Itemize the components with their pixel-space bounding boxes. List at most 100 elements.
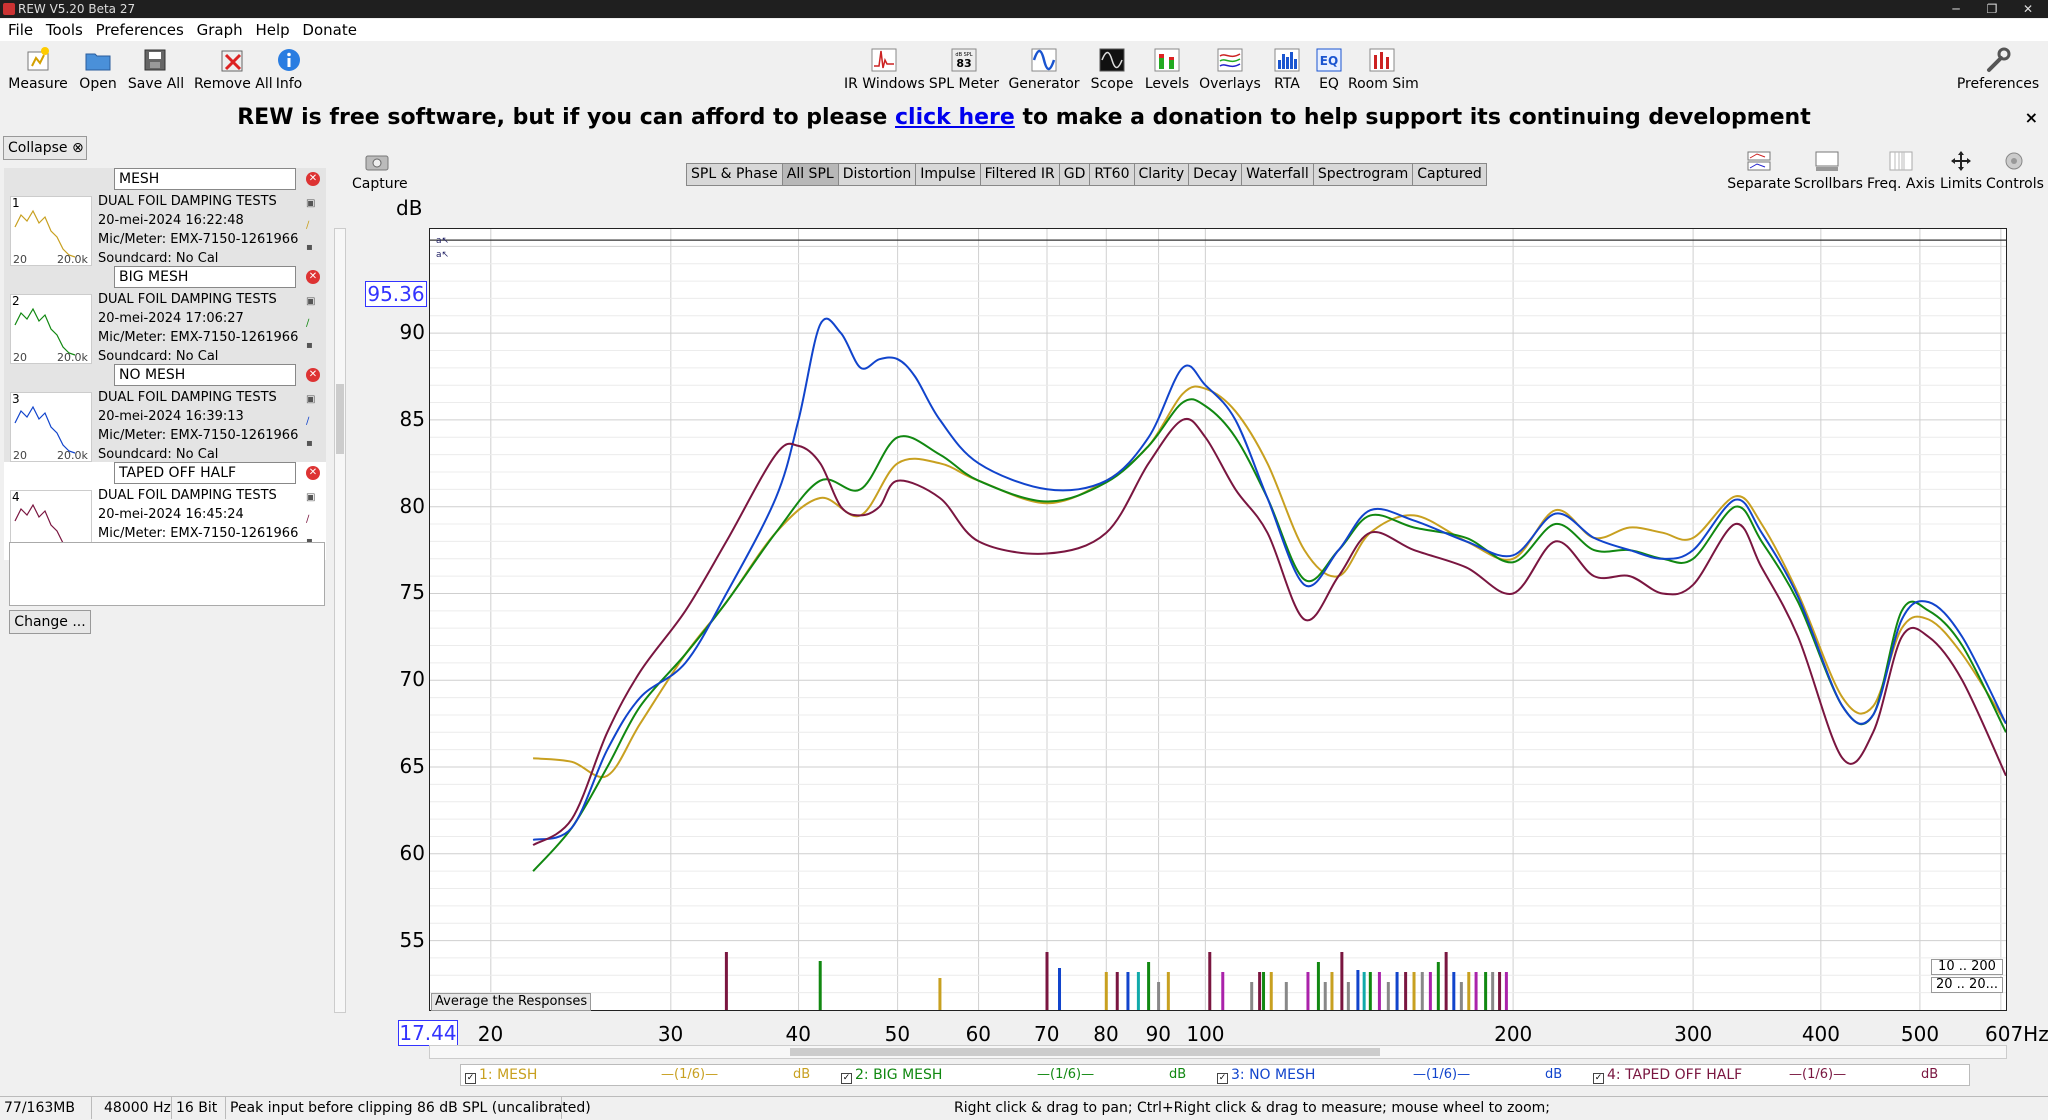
measurement-thumbnail[interactable]: 20 20.0k xyxy=(10,392,92,462)
scrollbars-button[interactable]: Scrollbars xyxy=(1794,150,1863,192)
donation-link[interactable]: click here xyxy=(895,105,1015,130)
measurement-name-field[interactable]: BIG MESH xyxy=(114,266,296,288)
rta-button[interactable]: RTA xyxy=(1268,42,1306,98)
legend-checkbox[interactable]: ✓ xyxy=(465,1073,476,1084)
measurement-thumbnail[interactable]: 20 20.0k xyxy=(10,294,92,364)
legend-entry-4[interactable]: ✓ 4: TAPED OFF HALF xyxy=(1593,1067,1742,1084)
smoothing-icon[interactable]: —(1/6)— xyxy=(1413,1067,1470,1082)
tab-filtered-ir[interactable]: Filtered IR xyxy=(981,164,1060,185)
lock-icon[interactable]: ▪ xyxy=(306,242,320,254)
spl-plot[interactable]: a↖ a↖ xyxy=(429,228,2007,1011)
spl-meter-button[interactable]: 83 dB SPL SPL Meter xyxy=(928,42,1000,98)
hscroll-thumb[interactable] xyxy=(790,1048,1380,1056)
separate-button[interactable]: Separate xyxy=(1724,150,1794,192)
x-tick-label: 20 xyxy=(477,1022,504,1046)
scrollbar-thumb[interactable] xyxy=(336,384,344,454)
notes-area[interactable] xyxy=(9,542,325,606)
save-icon[interactable]: ▣ xyxy=(306,198,320,210)
legend-checkbox[interactable]: ✓ xyxy=(841,1073,852,1084)
overlays-button[interactable]: Overlays xyxy=(1198,42,1262,98)
remove-measurement-icon[interactable]: ✕ xyxy=(306,270,320,284)
pen-icon[interactable]: ∕ xyxy=(306,220,320,232)
save-icon[interactable]: ▣ xyxy=(306,492,320,504)
save-all-button[interactable]: Save All xyxy=(126,42,186,98)
legend-entry-2[interactable]: ✓ 2: BIG MESH xyxy=(841,1067,942,1084)
smoothing-icon[interactable]: —(1/6)— xyxy=(661,1067,718,1082)
tab-gd[interactable]: GD xyxy=(1060,164,1091,185)
scope-button[interactable]: Scope xyxy=(1088,42,1136,98)
pen-icon[interactable]: ∕ xyxy=(306,318,320,330)
capture-button[interactable]: Capture xyxy=(352,150,408,192)
tab-impulse[interactable]: Impulse xyxy=(916,164,981,185)
room-sim-button[interactable]: Room Sim xyxy=(1348,42,1419,98)
tab-distortion[interactable]: Distortion xyxy=(839,164,917,185)
save-icon[interactable]: ▣ xyxy=(306,394,320,406)
remove-measurement-icon[interactable]: ✕ xyxy=(306,172,320,186)
open-button[interactable]: Open xyxy=(74,42,122,98)
smoothing-icon[interactable]: —(1/6)— xyxy=(1037,1067,1094,1082)
menu-preferences[interactable]: Preferences xyxy=(92,19,188,41)
measurement-thumbnail[interactable]: 20 20.0k xyxy=(10,196,92,266)
ir-windows-button[interactable]: IR Windows xyxy=(844,42,925,98)
measurement-item[interactable]: BIG MESH ✕ 20 20.0k 2 DUAL FOIL DAMPING TESTS… xyxy=(4,266,326,364)
legend-entry-3[interactable]: ✓ 3: NO MESH xyxy=(1217,1067,1315,1084)
db-offset-icon[interactable]: dB xyxy=(1545,1067,1562,1082)
spl-chart: a↖ a↖ xyxy=(430,229,2006,1010)
smoothing-icon[interactable]: —(1/6)— xyxy=(1789,1067,1846,1082)
tab-clarity[interactable]: Clarity xyxy=(1135,164,1190,185)
tab-spl-phase[interactable]: SPL & Phase xyxy=(687,164,783,185)
close-icon[interactable]: ✕ xyxy=(2008,0,2048,18)
info-button[interactable]: Info xyxy=(274,42,304,98)
levels-button[interactable]: Levels xyxy=(1142,42,1192,98)
db-offset-icon[interactable]: dB xyxy=(1169,1067,1186,1082)
menu-file[interactable]: File xyxy=(0,19,37,41)
tab-rt60[interactable]: RT60 xyxy=(1090,164,1135,185)
pen-icon[interactable]: ∕ xyxy=(306,416,320,428)
limits-button[interactable]: Limits xyxy=(1940,150,1982,192)
measure-button[interactable]: Measure xyxy=(6,42,70,98)
menu-donate[interactable]: Donate xyxy=(298,19,361,41)
graph-hscrollbar[interactable] xyxy=(429,1045,2007,1059)
average-responses-button[interactable]: Average the Responses xyxy=(431,993,592,1011)
cursor-x-readout[interactable]: 17.44 xyxy=(398,1020,458,1046)
measurement-item[interactable]: MESH ✕ 20 20.0k 1 DUAL FOIL DAMPING TESTS 20-m… xyxy=(4,168,326,266)
panel-scrollbar[interactable] xyxy=(334,228,346,1013)
legend-checkbox[interactable]: ✓ xyxy=(1593,1073,1604,1084)
menu-graph[interactable]: Graph xyxy=(193,19,247,41)
lock-icon[interactable]: ▪ xyxy=(306,340,320,352)
menu-help[interactable]: Help xyxy=(251,19,293,41)
tab-waterfall[interactable]: Waterfall xyxy=(1242,164,1314,185)
eq-button[interactable]: EQ EQ xyxy=(1314,42,1344,98)
legend-checkbox[interactable]: ✓ xyxy=(1217,1073,1228,1084)
measurement-item[interactable]: NO MESH ✕ 20 20.0k 3 DUAL FOIL DAMPING TESTS 2… xyxy=(4,364,326,462)
measurement-name-field[interactable]: TAPED OFF HALF xyxy=(114,462,296,484)
measurement-name-field[interactable]: NO MESH xyxy=(114,364,296,386)
pen-icon[interactable]: ∕ xyxy=(306,514,320,526)
banner-close-icon[interactable]: × xyxy=(2025,108,2038,127)
zoom-preset-2[interactable]: 20 .. 20... xyxy=(1931,977,2003,993)
controls-button[interactable]: Controls xyxy=(1986,150,2044,192)
remove-all-button[interactable]: Remove All xyxy=(194,42,273,98)
tab-captured[interactable]: Captured xyxy=(1413,164,1486,185)
generator-button[interactable]: Generator xyxy=(1008,42,1080,98)
restore-icon[interactable]: ❐ xyxy=(1972,0,2012,18)
minimize-icon[interactable]: ─ xyxy=(1936,0,1976,18)
zoom-preset-1[interactable]: 10 .. 200 xyxy=(1931,959,2003,975)
tab-decay[interactable]: Decay xyxy=(1189,164,1243,185)
change-button[interactable]: Change ... xyxy=(9,610,91,634)
collapse-button[interactable]: Collapse ⊗ xyxy=(3,136,87,160)
preferences-button[interactable]: Preferences xyxy=(1956,42,2040,98)
legend-entry-1[interactable]: ✓ 1: MESH xyxy=(465,1067,537,1084)
cursor-y-readout[interactable]: 95.36 xyxy=(365,281,427,307)
tab-all-spl[interactable]: All SPL xyxy=(782,164,839,185)
remove-measurement-icon[interactable]: ✕ xyxy=(306,368,320,382)
measurement-name-field[interactable]: MESH xyxy=(114,168,296,190)
db-offset-icon[interactable]: dB xyxy=(793,1067,810,1082)
db-offset-icon[interactable]: dB xyxy=(1921,1067,1938,1082)
freq-axis-button[interactable]: Freq. Axis xyxy=(1866,150,1936,192)
tab-spectrogram[interactable]: Spectrogram xyxy=(1314,164,1414,185)
lock-icon[interactable]: ▪ xyxy=(306,438,320,450)
remove-measurement-icon[interactable]: ✕ xyxy=(306,466,320,480)
menu-tools[interactable]: Tools xyxy=(42,19,87,41)
save-icon[interactable]: ▣ xyxy=(306,296,320,308)
